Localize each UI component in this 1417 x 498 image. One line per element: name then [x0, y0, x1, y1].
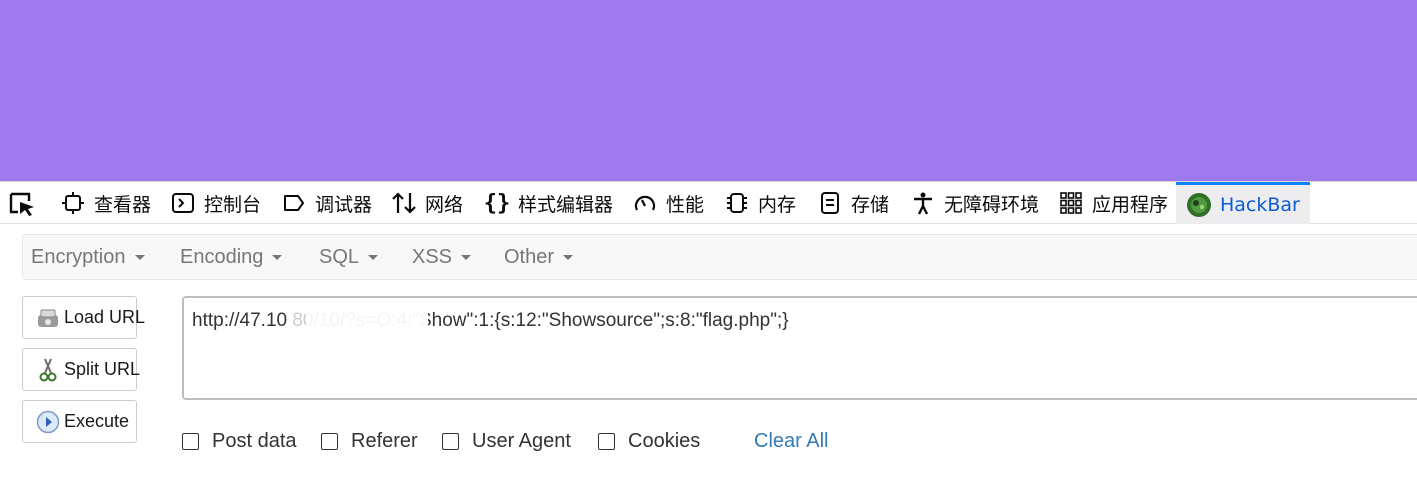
cookies-label: Cookies — [628, 429, 701, 452]
tab-inspector[interactable]: 查看器 — [60, 182, 151, 224]
tab-label: 网络 — [425, 193, 464, 216]
network-icon — [391, 190, 417, 216]
tab-debugger[interactable]: 调试器 — [281, 182, 372, 224]
tab-application[interactable]: 应用程序 — [1058, 182, 1168, 224]
url-text: http://47.10 80/10/?s=O:4:"Show":1:{s:12… — [192, 310, 789, 331]
post-data-checkbox[interactable]: Post data — [182, 428, 297, 454]
console-icon — [170, 190, 196, 216]
hackbar-menubar: Encryption Encoding SQL XSS Other — [22, 234, 1417, 280]
execute-label: Execute — [64, 411, 130, 431]
element-picker-icon[interactable] — [8, 191, 38, 217]
post-data-label: Post data — [212, 429, 297, 452]
scissors-icon — [35, 357, 61, 383]
memory-icon — [724, 190, 750, 216]
tab-style-editor[interactable]: {} 样式编辑器 — [484, 182, 613, 224]
redaction-blur — [288, 307, 308, 333]
tab-console[interactable]: 控制台 — [170, 182, 261, 224]
tab-label: 应用程序 — [1092, 193, 1169, 216]
menu-xss[interactable]: XSS — [412, 235, 472, 279]
inspector-icon — [60, 190, 86, 216]
user-agent-checkbox[interactable]: User Agent — [442, 428, 571, 454]
checkbox-square[interactable] — [182, 432, 199, 450]
tab-label: 存储 — [851, 193, 890, 216]
checkbox-square[interactable] — [598, 432, 615, 450]
tab-network[interactable]: 网络 — [391, 182, 463, 224]
checkbox-square[interactable] — [442, 432, 459, 450]
load-icon — [35, 305, 61, 331]
page-content-area — [0, 0, 1417, 181]
menu-encryption[interactable]: Encryption — [31, 235, 145, 279]
menu-other[interactable]: Other — [504, 235, 574, 279]
menu-sql[interactable]: SQL — [319, 235, 379, 279]
devtools-toolbar: 查看器 控制台 调试器 网络 {} 样式编辑器 性能 内存 存储 无障碍环境 应… — [0, 181, 1417, 224]
tab-hackbar[interactable]: HackBar — [1176, 182, 1310, 224]
caret-down-icon — [134, 254, 145, 260]
application-icon — [1058, 190, 1084, 216]
menu-label: Encoding — [180, 245, 264, 268]
split-url-button[interactable]: Split URL — [22, 348, 141, 391]
tab-label: 无障碍环境 — [944, 193, 1040, 216]
menu-label: Other — [504, 245, 555, 268]
play-icon — [35, 409, 61, 435]
tab-storage[interactable]: 存储 — [817, 182, 889, 224]
caret-down-icon — [563, 254, 574, 260]
url-textarea[interactable]: http://47.10 80/10/?s=O:4:"Show":1:{s:12… — [182, 296, 1417, 400]
load-url-button[interactable]: Load URL — [22, 296, 145, 339]
execute-button[interactable]: Execute — [22, 400, 137, 443]
referer-checkbox[interactable]: Referer — [321, 428, 418, 454]
cookies-checkbox[interactable]: Cookies — [598, 428, 700, 454]
caret-down-icon — [368, 254, 379, 260]
accessibility-icon — [910, 190, 936, 216]
tab-memory[interactable]: 内存 — [724, 182, 796, 224]
menu-label: SQL — [319, 245, 360, 268]
hackbar-icon — [1186, 192, 1212, 218]
caret-down-icon — [272, 254, 283, 260]
referer-label: Referer — [351, 429, 418, 452]
menu-label: XSS — [412, 245, 453, 268]
debugger-icon — [281, 190, 307, 216]
tab-accessibility[interactable]: 无障碍环境 — [910, 182, 1039, 224]
tab-label: 样式编辑器 — [518, 193, 614, 216]
tab-label: 查看器 — [94, 193, 152, 216]
tab-label: 内存 — [758, 193, 797, 216]
load-url-label: Load URL — [64, 307, 146, 327]
tab-performance[interactable]: 性能 — [632, 182, 704, 224]
storage-icon — [817, 190, 843, 216]
split-url-label: Split URL — [64, 359, 141, 379]
redaction-blur — [306, 307, 428, 333]
style-editor-icon: {} — [483, 190, 511, 216]
clear-all-link[interactable]: Clear All — [754, 428, 828, 454]
checkbox-square[interactable] — [321, 432, 338, 450]
tab-label: 性能 — [666, 193, 705, 216]
tab-label: HackBar — [1220, 193, 1300, 216]
menu-encoding[interactable]: Encoding — [180, 235, 283, 279]
menu-label: Encryption — [31, 245, 126, 268]
tab-label: 调试器 — [315, 193, 373, 216]
tab-label: 控制台 — [204, 193, 262, 216]
user-agent-label: User Agent — [472, 429, 571, 452]
caret-down-icon — [461, 254, 472, 260]
performance-icon — [632, 190, 658, 216]
